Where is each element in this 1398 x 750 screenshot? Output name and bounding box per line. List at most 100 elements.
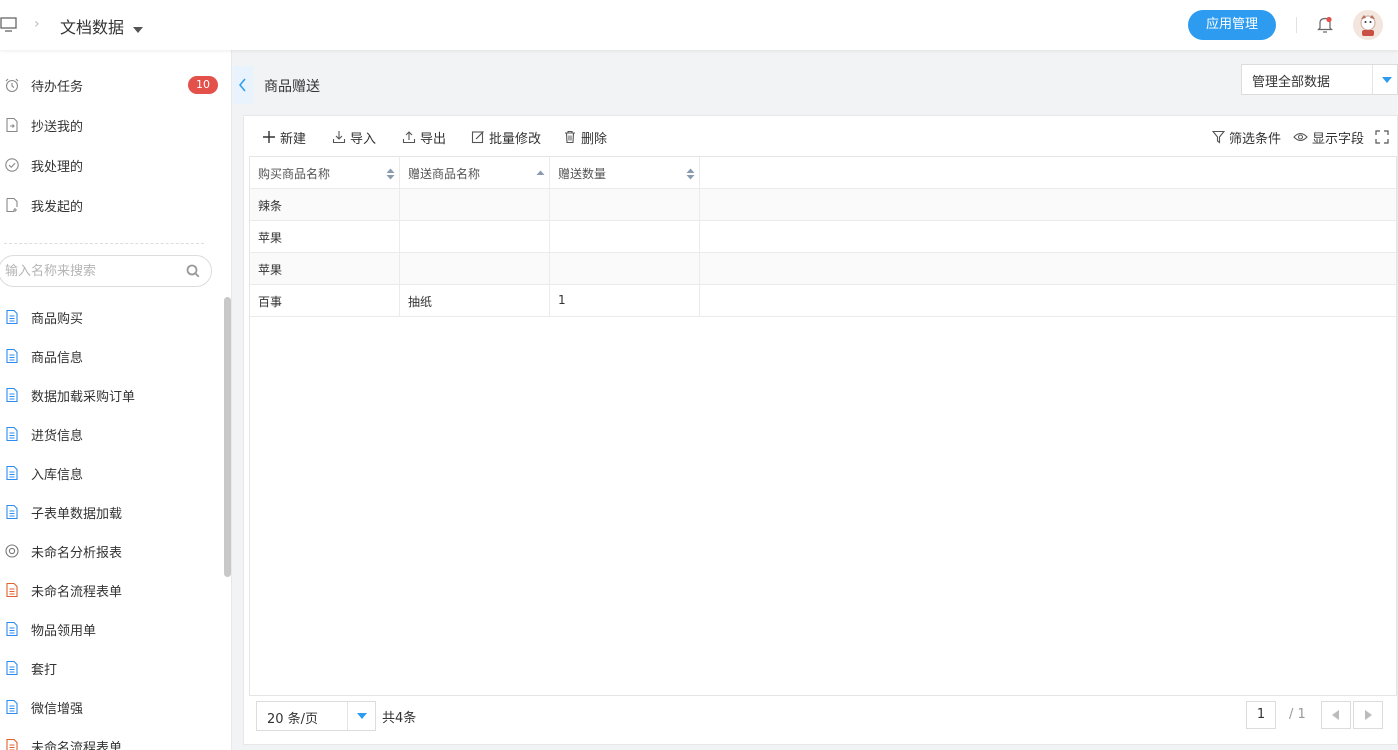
new-button-label: 新建	[280, 131, 307, 147]
table-cell	[550, 189, 700, 220]
sort-icon[interactable]	[386, 168, 395, 180]
sidebar-form-item[interactable]: 入库信息	[0, 461, 220, 485]
page-title: 商品赠送	[264, 79, 320, 95]
sidebar-item-label: 商品购买	[31, 312, 84, 327]
monitor-icon[interactable]	[0, 17, 18, 37]
column-header[interactable]: 赠送数量	[550, 157, 700, 188]
table-row[interactable]: 苹果	[250, 253, 1396, 285]
table-cell: 抽纸	[400, 285, 550, 316]
data-scope-select[interactable]: 管理全部数据	[1241, 64, 1398, 95]
sort-ascending-icon[interactable]	[536, 168, 545, 180]
sidebar-flow-form-item[interactable]: 未命名流程表单	[0, 578, 220, 602]
form-icon	[4, 348, 20, 364]
sidebar-item-label: 入库信息	[31, 468, 84, 483]
flow-form-icon	[4, 738, 20, 750]
filter-button[interactable]: 筛选条件	[1212, 127, 1281, 147]
table-cell: 苹果	[250, 221, 400, 252]
table-cell	[400, 253, 550, 284]
sidebar-item-label: 未命名流程表单	[31, 585, 123, 600]
show-fields-button-label: 显示字段	[1312, 131, 1365, 147]
bell-icon[interactable]	[1317, 16, 1333, 38]
sidebar-item-label: 我处理的	[31, 160, 84, 175]
sidebar-item-label: 未命名流程表单	[31, 741, 123, 750]
dropdown-arrow[interactable]	[347, 702, 375, 730]
fullscreen-icon	[1375, 130, 1389, 144]
sort-icon[interactable]	[686, 168, 695, 180]
table-cell: 辣条	[250, 189, 400, 220]
app-title[interactable]: 文档数据	[60, 14, 124, 38]
table-row[interactable]: 辣条	[250, 189, 1396, 221]
prev-page-button[interactable]	[1321, 701, 1351, 729]
sidebar-item-label: 数据加载采购订单	[31, 390, 136, 405]
table-row[interactable]: 百事 抽纸 1	[250, 285, 1396, 317]
sidebar-item-label: 抄送我的	[31, 120, 84, 135]
trash-icon	[565, 130, 575, 144]
top-bar: › 文档数据 应用管理	[0, 0, 1398, 50]
delete-button[interactable]: 删除	[563, 127, 607, 147]
column-header[interactable]: 购买商品名称	[250, 157, 400, 188]
table-header-row: 购买商品名称 赠送商品名称 赠送数量	[250, 157, 1396, 189]
header-divider	[1296, 17, 1297, 33]
flow-form-icon	[4, 582, 20, 598]
edit-icon	[471, 131, 484, 144]
delete-button-label: 删除	[581, 131, 608, 147]
table-cell: 1	[550, 285, 700, 316]
cc-icon	[4, 117, 20, 133]
sidebar-item-initiated[interactable]: 我发起的	[0, 193, 220, 217]
new-button[interactable]: 新建	[262, 127, 306, 147]
form-icon	[4, 387, 20, 403]
search-input[interactable]	[5, 262, 175, 280]
total-pages: / 1	[1289, 707, 1306, 722]
filter-button-label: 筛选条件	[1229, 131, 1282, 147]
caret-down-icon	[1382, 77, 1392, 83]
export-icon	[402, 131, 416, 144]
caret-down-icon[interactable]	[133, 22, 143, 37]
sidebar-form-item[interactable]: 子表单数据加载	[0, 500, 220, 524]
form-icon	[4, 699, 20, 715]
sidebar-item-processed[interactable]: 我处理的	[0, 153, 220, 177]
avatar[interactable]	[1353, 10, 1383, 40]
sidebar-form-item[interactable]: 进货信息	[0, 422, 220, 446]
table-row[interactable]: 苹果	[250, 221, 1396, 253]
fullscreen-button[interactable]	[1375, 127, 1393, 147]
sidebar-form-item[interactable]: 微信增强	[0, 695, 220, 719]
table-cell	[550, 253, 700, 284]
chevron-right-icon: ›	[34, 16, 40, 32]
sidebar-form-item[interactable]: 商品购买	[0, 305, 220, 329]
sidebar-form-item[interactable]: 数据加载采购订单	[0, 383, 220, 407]
filter-icon	[1212, 130, 1225, 144]
sidebar-item-cc[interactable]: 抄送我的	[0, 113, 220, 137]
sidebar-form-item[interactable]: 套打	[0, 656, 220, 680]
data-table: 购买商品名称 赠送商品名称 赠送数量 辣条 苹果 苹果 百事 抽纸 1	[249, 156, 1397, 696]
caret-down-icon	[357, 713, 367, 719]
sidebar-report-item[interactable]: 未命名分析报表	[0, 539, 220, 563]
caret-right-icon	[1365, 710, 1372, 720]
report-icon	[4, 543, 20, 559]
form-icon	[4, 309, 20, 325]
next-page-button[interactable]	[1353, 701, 1383, 729]
column-header-label: 赠送商品名称	[408, 167, 481, 181]
export-button-label: 导出	[420, 131, 447, 147]
plus-icon	[263, 131, 275, 143]
dropdown-arrow[interactable]	[1372, 65, 1398, 94]
form-icon	[4, 426, 20, 442]
sidebar-form-item[interactable]: 商品信息	[0, 344, 220, 368]
todo-count-badge: 10	[188, 76, 218, 94]
sidebar-item-todo[interactable]: 待办任务	[0, 73, 220, 97]
column-header[interactable]: 赠送商品名称	[400, 157, 550, 188]
page-size-select[interactable]: 20 条/页	[256, 701, 376, 731]
collapse-sidebar-button[interactable]	[233, 66, 253, 104]
current-page-input[interactable]: 1	[1246, 701, 1276, 729]
show-fields-button[interactable]: 显示字段	[1293, 127, 1364, 147]
sidebar-scrollbar[interactable]	[224, 297, 231, 577]
import-button[interactable]: 导入	[332, 127, 376, 147]
search-icon[interactable]	[186, 264, 200, 282]
batch-edit-button[interactable]: 批量修改	[471, 127, 541, 147]
check-circle-icon	[4, 157, 20, 173]
table-cell: 百事	[250, 285, 400, 316]
sidebar-form-item[interactable]: 物品领用单	[0, 617, 220, 641]
app-manage-button[interactable]: 应用管理	[1188, 10, 1276, 40]
export-button[interactable]: 导出	[402, 127, 446, 147]
sidebar-flow-form-item[interactable]: 未命名流程表单	[0, 734, 220, 750]
table-cell	[550, 221, 700, 252]
